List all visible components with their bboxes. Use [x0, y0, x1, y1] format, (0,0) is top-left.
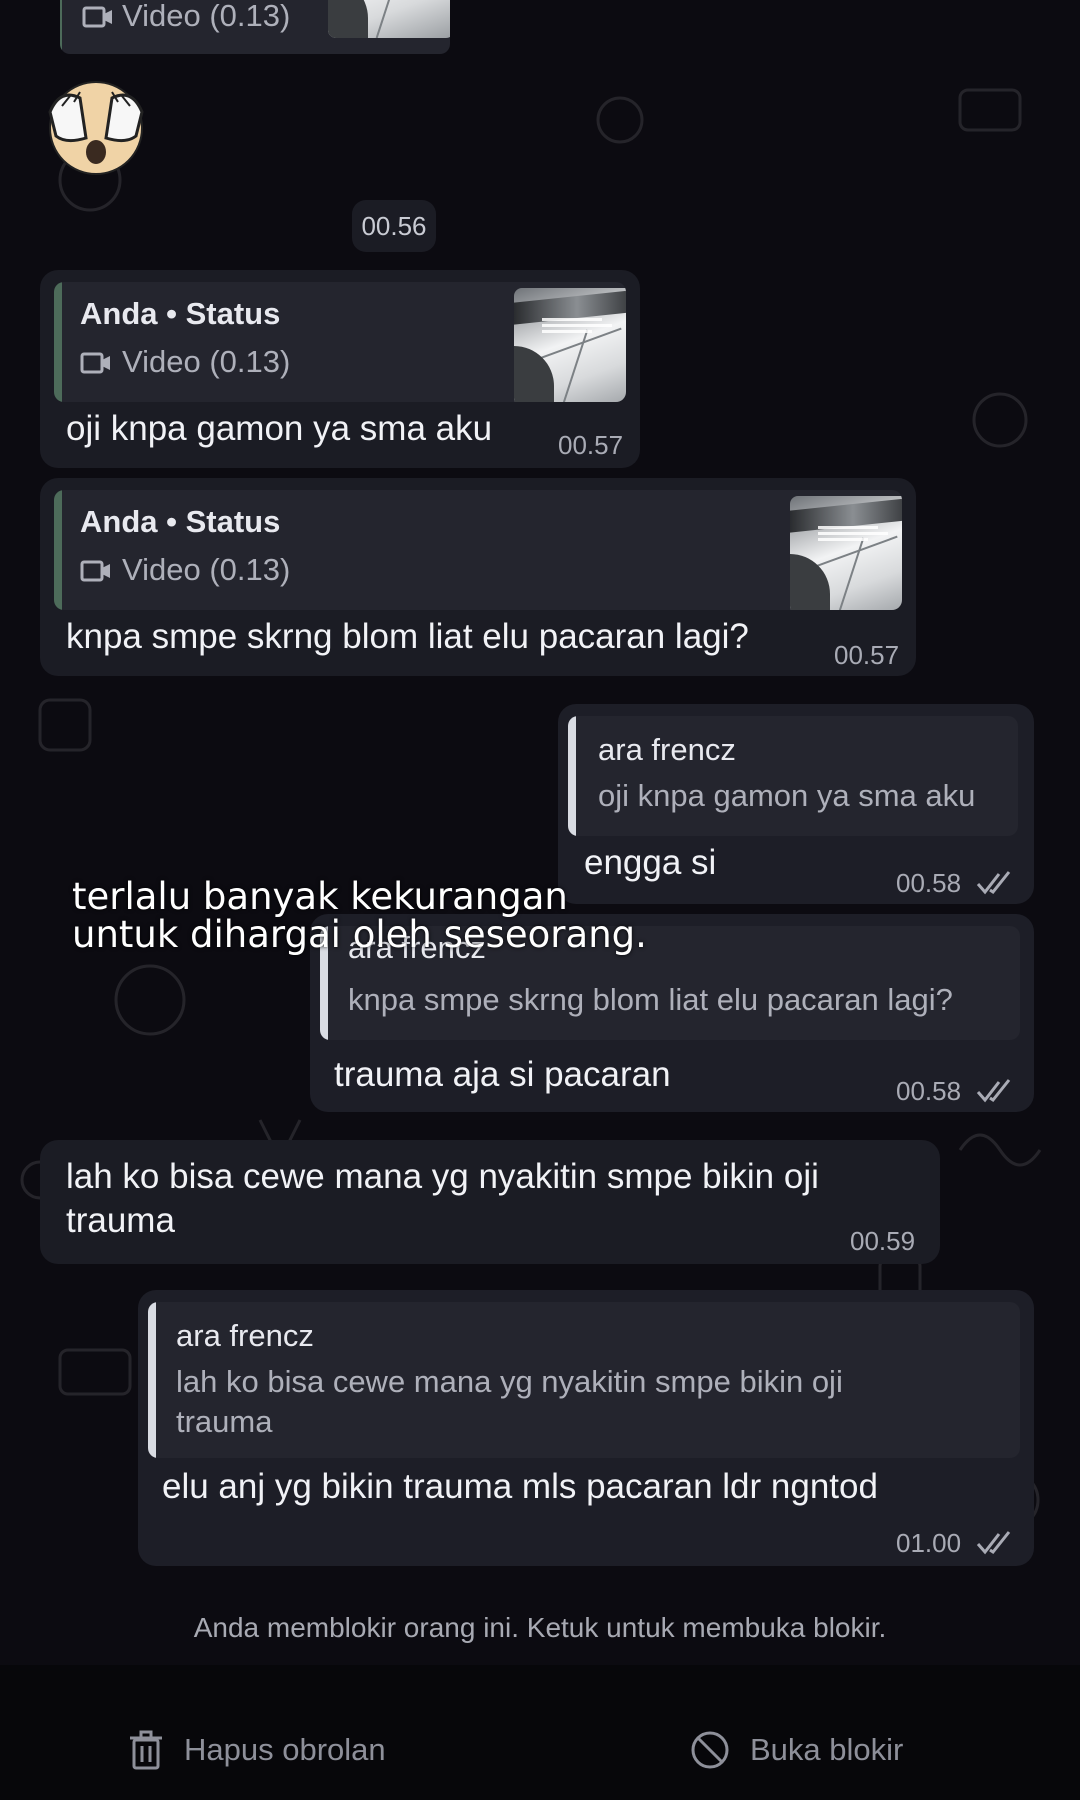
quote-title: ara frencz — [176, 1318, 314, 1353]
video-icon — [80, 352, 110, 374]
quote-subtitle: knpa smpe skrng blom liat elu pacaran la… — [348, 982, 953, 1017]
message-bubble-incoming[interactable]: Anda • Status Video (0.13) knpa smpe skr… — [40, 478, 916, 676]
reply-quote[interactable]: ara frencz lah ko bisa cewe mana yg nyak… — [148, 1302, 1020, 1458]
unblock-button[interactable]: Buka blokir — [690, 1728, 903, 1772]
double-check-icon — [976, 1531, 1011, 1555]
quote-subtitle: Video (0.13) — [122, 344, 291, 379]
quote-bar — [54, 490, 62, 610]
caption-line: untuk dihargai oleh seseorang. — [72, 913, 647, 956]
message-time: 00.58 — [896, 1076, 962, 1106]
reply-quote[interactable]: ara frencz oji knpa gamon ya sma aku — [568, 716, 1018, 836]
time-divider-chip: 00.56 — [352, 200, 436, 252]
quote-bar — [54, 282, 62, 402]
message-text: knpa smpe skrng blom liat elu pacaran la… — [66, 617, 749, 656]
quote-bar — [568, 716, 576, 836]
status-video-thumbnail — [514, 288, 626, 402]
message-bubble-incoming[interactable]: Anda • Status Video (0.13) oji knpa gamo… — [40, 270, 640, 468]
caption-line: terlalu banyak kekurangan — [72, 875, 568, 918]
message-text: elu anj yg bikin trauma mls pacaran ldr … — [162, 1467, 878, 1506]
message-bubble-outgoing[interactable]: ara frencz lah ko bisa cewe mana yg nyak… — [138, 1290, 1034, 1566]
quote-bar — [148, 1302, 156, 1458]
unblock-label: Buka blokir — [750, 1732, 904, 1767]
message-bubble-outgoing[interactable]: ara frencz oji knpa gamon ya sma aku eng… — [558, 704, 1034, 904]
message-text: lah ko bisa cewe mana yg nyakitin smpe b… — [66, 1157, 819, 1196]
quote-subtitle: lah ko bisa cewe mana yg nyakitin smpe b… — [176, 1364, 843, 1399]
quote-title: Anda • Status — [80, 504, 281, 539]
message-time: 00.59 — [850, 1226, 916, 1256]
chat-screen: Video (0.13) 00.56 Anda • Status Video (… — [0, 0, 1080, 1800]
trash-icon — [130, 1730, 162, 1770]
reply-quote[interactable]: Anda • Status Video (0.13) — [54, 490, 902, 610]
video-icon — [82, 6, 112, 28]
message-text: trauma — [66, 1201, 175, 1240]
blocked-notice[interactable]: Anda memblokir orang ini. Ketuk untuk me… — [0, 1612, 1080, 1644]
quote-title: ara frencz — [598, 732, 736, 767]
message-time: 00.57 — [558, 430, 624, 460]
status-video-thumbnail — [790, 496, 902, 610]
message-time: 00.57 — [834, 640, 900, 670]
message-time: 00.58 — [896, 868, 962, 898]
reply-quote[interactable]: Anda • Status Video (0.13) — [54, 282, 626, 402]
message-text: trauma aja si pacaran — [334, 1055, 671, 1094]
message-bubble-incoming[interactable]: lah ko bisa cewe mana yg nyakitin smpe b… — [40, 1140, 940, 1264]
message-time: 01.00 — [896, 1528, 962, 1558]
emoji-see-no-evil-icon[interactable] — [40, 72, 152, 182]
status-video-thumbnail — [328, 0, 450, 38]
double-check-icon — [976, 1079, 1011, 1103]
quote-subtitle: oji knpa gamon ya sma aku — [598, 778, 976, 813]
quote-subtitle: trauma — [176, 1404, 273, 1439]
video-icon — [80, 560, 110, 582]
reply-quote[interactable]: Video (0.13) — [60, 0, 450, 54]
video-caption-overlay: terlalu banyak kekurangan untuk dihargai… — [72, 878, 647, 954]
quote-subtitle: Video (0.13) — [122, 552, 291, 587]
delete-chat-button[interactable]: Hapus obrolan — [128, 1728, 386, 1772]
message-bubble-partial[interactable]: Video (0.13) — [60, 0, 450, 54]
message-text: oji knpa gamon ya sma aku — [66, 409, 493, 448]
quote-bar — [60, 0, 62, 54]
double-check-icon — [976, 871, 1011, 895]
quote-subtitle: Video (0.13) — [122, 0, 291, 33]
quote-title: Anda • Status — [80, 296, 281, 331]
block-icon — [691, 1731, 729, 1769]
delete-chat-label: Hapus obrolan — [184, 1732, 386, 1767]
